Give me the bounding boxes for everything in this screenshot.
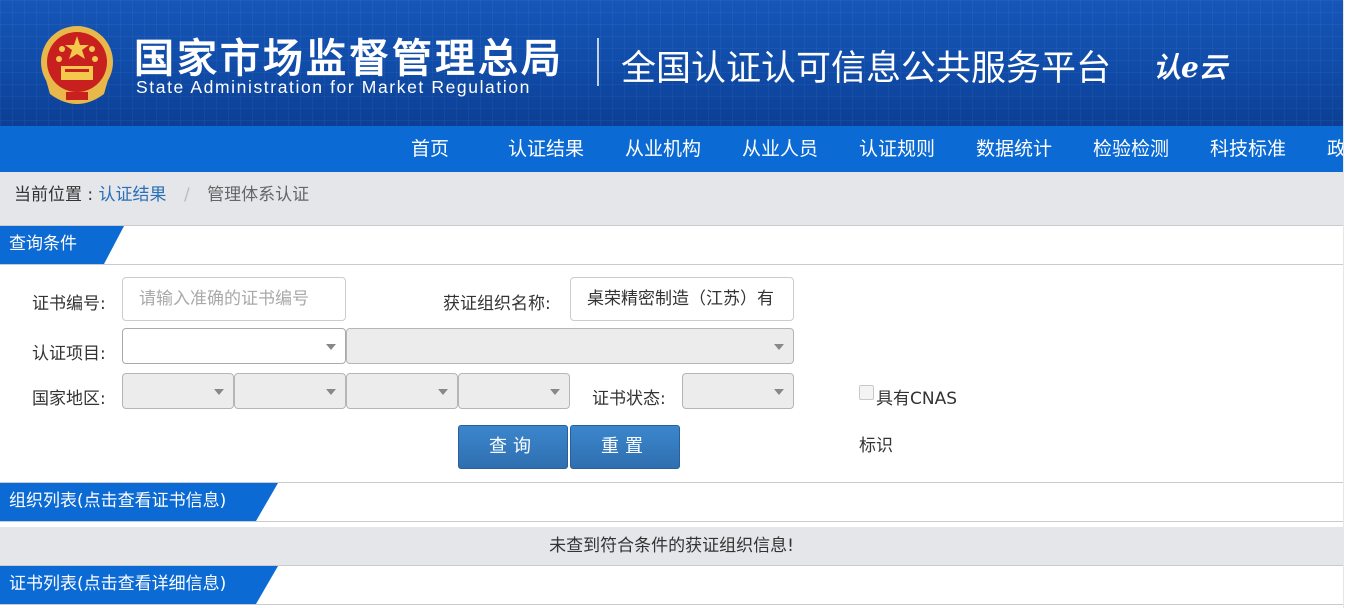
chevron-down-icon [326, 344, 336, 350]
status-select[interactable] [682, 373, 794, 409]
site-header: 国家市场监督管理总局 State Administration for Mark… [0, 0, 1343, 126]
national-emblem-icon [41, 26, 113, 104]
nav-item-cert-rules[interactable]: 认证规则 [859, 126, 935, 172]
chevron-down-icon [326, 389, 336, 395]
nav-item-policy[interactable]: 政 [1327, 126, 1343, 172]
agency-title: 国家市场监督管理总局 [134, 36, 564, 82]
cloud-logo-text: 认e云 [1153, 51, 1227, 84]
project-label: 认证项目: [32, 344, 106, 364]
project-subtype-select[interactable] [346, 328, 794, 364]
nav-item-personnel[interactable]: 从业人员 [742, 126, 818, 172]
breadcrumb-link-cert-results[interactable]: 认证结果 [99, 185, 167, 205]
org-list-empty-message: 未查到符合条件的获证组织信息! [0, 527, 1343, 565]
header-divider [597, 38, 599, 86]
cnas-label-line2: 标识 [859, 436, 893, 456]
org-list-section-title: 组织列表(点击查看证书信息) [9, 491, 227, 511]
org-name-label: 获证组织名称: [443, 294, 551, 314]
reset-button[interactable]: 重置 [570, 425, 680, 469]
main-nav: 首页 认证结果 从业机构 从业人员 认证规则 数据统计 检验检测 科技标准 政 [0, 126, 1343, 172]
chevron-down-icon [774, 389, 784, 395]
nav-item-home[interactable]: 首页 [411, 126, 449, 172]
region-label: 国家地区: [32, 389, 106, 409]
platform-title: 全国认证认可信息公共服务平台 [621, 49, 1112, 89]
breadcrumb-current: 管理体系认证 [207, 185, 310, 205]
query-section-tab: 查询条件 [0, 226, 124, 264]
nav-item-cert-results[interactable]: 认证结果 [508, 126, 584, 172]
nav-item-institutions[interactable]: 从业机构 [625, 126, 701, 172]
cert-no-input[interactable]: 请输入准确的证书编号 [122, 277, 346, 321]
org-list-section-tab: 组织列表(点击查看证书信息) [0, 483, 278, 521]
nav-item-inspection[interactable]: 检验检测 [1093, 126, 1169, 172]
cert-list-section-title: 证书列表(点击查看详细信息) [9, 574, 227, 594]
org-list-section-header: 组织列表(点击查看证书信息) [0, 482, 1343, 522]
city-select[interactable] [346, 373, 458, 409]
cnas-label: 具有CNAS [876, 389, 958, 409]
query-section-title: 查询条件 [9, 234, 77, 254]
search-button[interactable]: 查询 [458, 425, 568, 469]
chevron-down-icon [550, 389, 560, 395]
province-select[interactable] [234, 373, 346, 409]
chevron-down-icon [438, 389, 448, 395]
nav-item-standards[interactable]: 科技标准 [1210, 126, 1286, 172]
agency-english-title: State Administration for Market Regulati… [136, 77, 531, 97]
page-scrollbar[interactable] [1343, 0, 1361, 608]
cloud-logo[interactable]: 认e云 [1153, 46, 1227, 86]
nav-item-statistics[interactable]: 数据统计 [976, 126, 1052, 172]
district-select[interactable] [458, 373, 570, 409]
status-label: 证书状态: [592, 389, 666, 409]
cert-no-label: 证书编号: [32, 294, 106, 314]
cert-list-section-header: 证书列表(点击查看详细信息) [0, 565, 1343, 605]
breadcrumb: 当前位置 : 认证结果 / 管理体系认证 [0, 172, 1343, 226]
country-select[interactable] [122, 373, 234, 409]
chevron-down-icon [774, 344, 784, 350]
cert-list-section-tab: 证书列表(点击查看详细信息) [0, 566, 278, 604]
chevron-down-icon [214, 389, 224, 395]
query-section-header: 查询条件 [0, 225, 1343, 265]
breadcrumb-separator: / [183, 185, 190, 205]
org-name-input[interactable]: 桌荣精密制造（江苏）有 [570, 277, 794, 321]
breadcrumb-label: 当前位置 : [14, 185, 94, 205]
cnas-checkbox[interactable] [859, 385, 874, 400]
project-select[interactable] [122, 328, 346, 364]
